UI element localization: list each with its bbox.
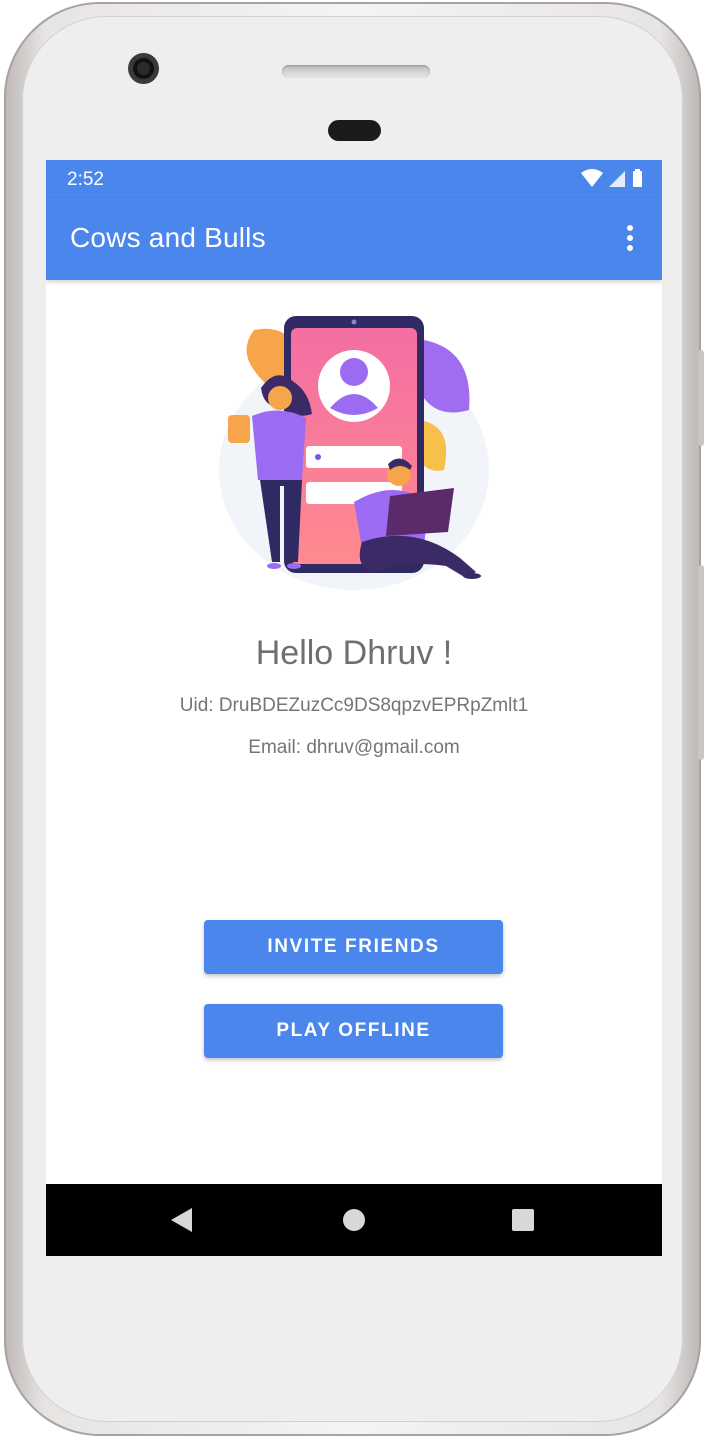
signal-icon	[609, 171, 625, 187]
navigation-bar	[46, 1184, 662, 1256]
screen: 2:52 Cows and Bulls Hello Dhruv ! Uid: D…	[46, 160, 662, 1256]
power-button	[698, 350, 704, 446]
greeting-text: Hello Dhruv !	[255, 634, 453, 672]
invite-friends-button[interactable]: INVITE FRIENDS	[204, 920, 503, 974]
play-offline-button[interactable]: PLAY OFFLINE	[204, 1004, 503, 1058]
app-title: Cows and Bulls	[70, 222, 266, 253]
proximity-sensor	[328, 120, 381, 141]
back-icon[interactable]	[171, 1208, 192, 1232]
app-bar: Cows and Bulls	[46, 198, 662, 280]
wifi-icon	[581, 169, 603, 187]
status-icons	[581, 169, 642, 187]
email-text: Email: dhruv@gmail.com	[248, 737, 460, 758]
status-time: 2:52	[67, 169, 104, 190]
earpiece-speaker	[282, 65, 430, 78]
uid-text: Uid: DruBDEZuzCc9DS8qpzvEPRpZmlt1	[179, 695, 529, 716]
battery-icon	[633, 171, 642, 187]
volume-button	[698, 565, 704, 760]
profile-illustration	[219, 316, 489, 590]
front-camera	[128, 53, 159, 84]
status-bar: 2:52	[46, 160, 662, 198]
recents-icon[interactable]	[512, 1209, 534, 1231]
home-icon[interactable]	[343, 1209, 365, 1231]
overflow-menu-icon[interactable]	[616, 220, 644, 256]
